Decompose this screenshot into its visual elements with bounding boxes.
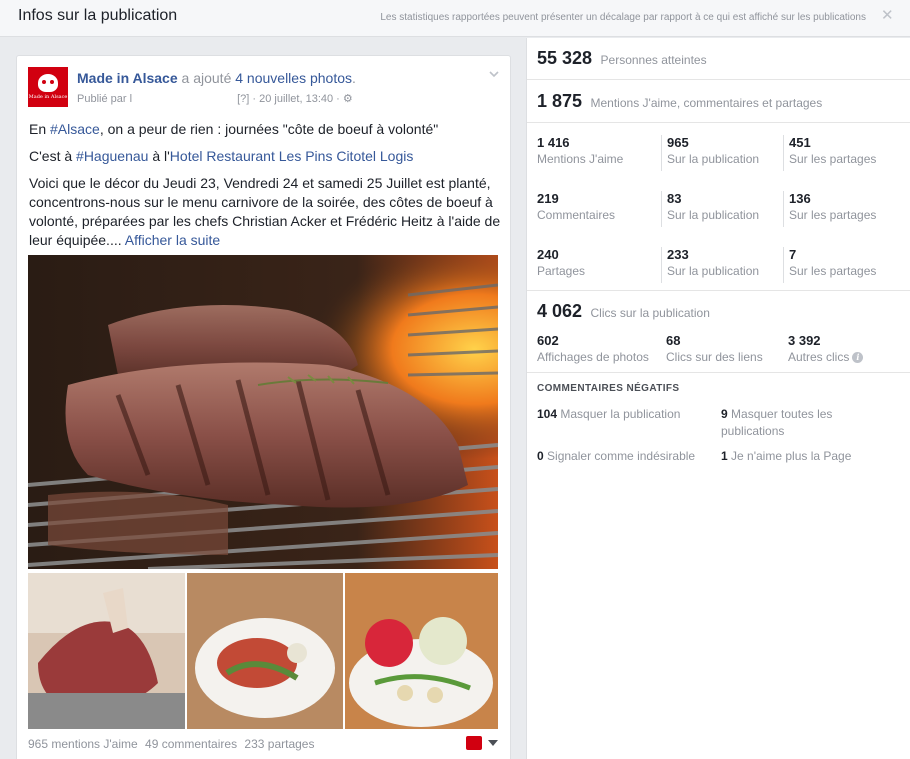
- stat-cell: 1 416 Mentions J'aime: [537, 135, 624, 166]
- post-actor-selector[interactable]: [466, 736, 498, 750]
- stat-cell: 965 Sur la publication: [661, 135, 759, 171]
- help-link[interactable]: [?]: [237, 93, 249, 105]
- clicks-row: 602 Affichages de photos 68 Clics sur des …: [527, 327, 910, 383]
- post-engagement-summary: 965 mentions J'aime 49 commentaires 233 …: [28, 737, 318, 751]
- stat-cell: 240 Partages: [537, 247, 586, 278]
- published-by: Publié par l: [77, 93, 133, 105]
- neg-item: 104 Masquer la publication: [537, 407, 681, 421]
- neg-item: 9 Masquer toutes les publications: [721, 407, 833, 438]
- stat-cell: 219 Commentaires: [537, 191, 616, 222]
- negative-feedback-title: COMMENTAIRES NÉGATIFS: [537, 383, 680, 394]
- neg-item: 0 Signaler comme indésirable: [537, 449, 696, 463]
- post-line-3: Voici que le décor du Jeudi 23, Vendredi…: [29, 175, 501, 248]
- engagement-value: 1 875: [537, 91, 583, 111]
- hashtag-alsace[interactable]: #Alsace: [50, 121, 100, 137]
- shares-count[interactable]: 233 partages: [244, 737, 314, 751]
- breakdown-grid: 1 416 Mentions J'aime 965 Sur la publicati…: [527, 123, 910, 291]
- reach-label: Personnes atteintes: [600, 53, 707, 67]
- stats-disclaimer: Les statistiques rapportées peuvent prés…: [380, 12, 866, 23]
- author-link[interactable]: Made in Alsace: [77, 70, 178, 86]
- caret-down-icon: [488, 740, 498, 746]
- hotel-link[interactable]: Hotel Restaurant Les Pins Citotel Logis: [170, 148, 414, 164]
- clicks-block: 4 062 Clics sur la publication 602 Affich…: [527, 291, 910, 373]
- info-icon[interactable]: i: [852, 352, 864, 364]
- thumb-photo-tomahawk[interactable]: [28, 573, 185, 729]
- post-line-1: En #Alsace, on a peur de rien : journées…: [29, 121, 439, 137]
- shares-row: 240 Partages 233 Sur la publication 7 Sur l…: [527, 239, 910, 295]
- photos-link[interactable]: 4 nouvelles photos: [235, 70, 352, 86]
- stat-cell: 3 392 Autres clics i: [778, 333, 864, 369]
- stat-cell: 451 Sur les partages: [783, 135, 876, 171]
- stat-cell: 83 Sur la publication: [661, 191, 759, 227]
- post-body: En #Alsace, on a peur de rien : journées…: [29, 120, 501, 258]
- logo-face-icon: [38, 74, 58, 92]
- see-more-link[interactable]: Afficher la suite: [125, 232, 220, 248]
- stat-cell: 7 Sur les partages: [783, 247, 876, 283]
- neg-item: 1 Je n'aime plus la Page: [721, 449, 852, 463]
- likes-row: 1 416 Mentions J'aime 965 Sur la publicati…: [527, 127, 910, 183]
- comments-count[interactable]: 49 commentaires: [145, 737, 237, 751]
- post-card: Made in Alsace Made in Alsace a ajouté 4…: [16, 55, 511, 759]
- post-preview-pane: Made in Alsace Made in Alsace a ajouté 4…: [0, 38, 526, 759]
- avatar-logo-text: Made in Alsace: [28, 94, 68, 100]
- stat-cell: 233 Sur la publication: [661, 247, 759, 283]
- post-author-line: Made in Alsace a ajouté 4 nouvelles phot…: [77, 70, 356, 86]
- page-mini-avatar: [466, 736, 482, 750]
- stats-pane: 55 328 Personnes atteintes 1 875 Mention…: [526, 38, 910, 759]
- chevron-down-icon[interactable]: [488, 68, 500, 80]
- comments-row: 219 Commentaires 83 Sur la publication 136…: [527, 183, 910, 239]
- reach-block: 55 328 Personnes atteintes: [527, 38, 910, 80]
- dialog-header: Infos sur la publication Les statistique…: [0, 0, 910, 37]
- post-meta: Publié par l [?] · 20 juillet, 13:40 · ⚙: [77, 92, 353, 105]
- reach-value: 55 328: [537, 48, 593, 68]
- engagement-block: 1 875 Mentions J'aime, commentaires et p…: [527, 80, 910, 123]
- hashtag-haguenau[interactable]: #Haguenau: [76, 148, 148, 164]
- close-icon[interactable]: ✕: [881, 8, 895, 24]
- clicks-value: 4 062: [537, 301, 583, 321]
- page-avatar[interactable]: Made in Alsace: [28, 67, 68, 107]
- post-line-2: C'est à #Haguenau à l'Hotel Restaurant L…: [29, 148, 414, 164]
- post-action: a ajouté: [181, 70, 232, 86]
- engagement-label: Mentions J'aime, commentaires et partage…: [590, 96, 823, 110]
- main-photo-steak-grill[interactable]: [28, 255, 498, 569]
- post-date[interactable]: · 20 juillet, 13:40 ·: [252, 93, 339, 105]
- stat-cell: 68 Clics sur des liens: [666, 333, 763, 364]
- period: .: [352, 70, 356, 86]
- stat-cell: 602 Affichages de photos: [537, 333, 649, 364]
- likes-count[interactable]: 965 mentions J'aime: [28, 737, 138, 751]
- thumb-photo-dessert[interactable]: [345, 573, 498, 729]
- stat-cell: 136 Sur les partages: [783, 191, 876, 227]
- clicks-label: Clics sur la publication: [590, 306, 710, 320]
- thumb-photo-salad[interactable]: [187, 573, 343, 729]
- dialog-title: Infos sur la publication: [18, 7, 178, 24]
- settings-icon[interactable]: ⚙: [343, 93, 353, 105]
